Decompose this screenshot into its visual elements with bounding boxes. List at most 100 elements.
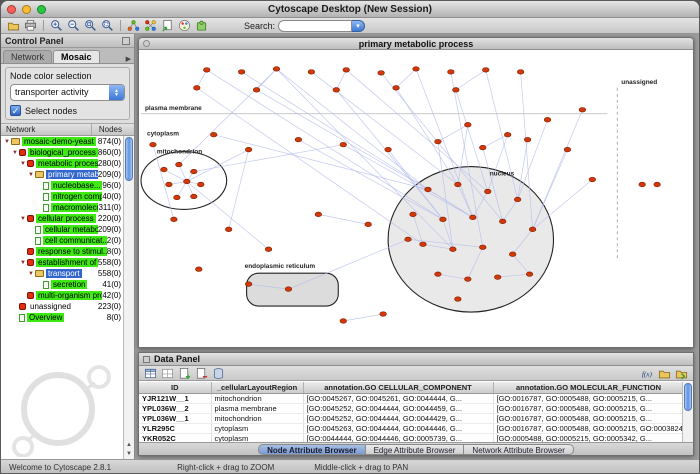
graph-node[interactable] — [203, 68, 210, 73]
graph-edge[interactable] — [343, 314, 383, 321]
graph-node[interactable] — [410, 212, 417, 217]
graph-node[interactable] — [253, 88, 260, 93]
graph-node[interactable] — [564, 147, 571, 152]
graph-node[interactable] — [225, 227, 232, 232]
graph-node[interactable] — [365, 222, 372, 227]
tree-scrollbar-thumb[interactable] — [125, 137, 133, 181]
graph-node[interactable] — [639, 182, 646, 187]
tab-node-attribute-browser[interactable]: Node Attribute Browser — [258, 444, 366, 455]
graph-node[interactable] — [524, 137, 531, 142]
search-input[interactable] — [278, 20, 352, 32]
tree-item[interactable]: cellular metabo...209(0) — [1, 224, 134, 235]
graph-edge[interactable] — [187, 182, 269, 250]
graph-node[interactable] — [197, 182, 204, 187]
tab-mosaic[interactable]: Mosaic — [53, 50, 100, 63]
column-header[interactable]: _cellularLayoutRegion — [211, 382, 303, 393]
column-header[interactable]: annotation.GO MOLECULAR_FUNCTION — [493, 382, 684, 393]
graph-node[interactable] — [315, 212, 322, 217]
tree-item[interactable]: ▼primary metab...209(0) — [1, 169, 134, 180]
graph-node[interactable] — [184, 179, 191, 184]
graph-node[interactable] — [425, 187, 432, 192]
tree-item[interactable]: unassigned223(0) — [1, 301, 134, 312]
graph-node[interactable] — [479, 145, 486, 150]
graph-node[interactable] — [194, 86, 201, 91]
graph-edge[interactable] — [229, 150, 249, 230]
table-row[interactable]: YJR121W__1mitochondrion[GO:0045267, GO:0… — [139, 393, 684, 403]
graph-edge[interactable] — [298, 140, 442, 220]
graph-node[interactable] — [238, 70, 245, 75]
graph-node[interactable] — [579, 108, 586, 113]
tree-item[interactable]: nucleobase...96(0) — [1, 180, 134, 191]
tree-item[interactable]: response to stimul...8(0) — [1, 246, 134, 257]
graph-node[interactable] — [455, 182, 462, 187]
graph-node[interactable] — [435, 272, 442, 277]
graph-edge[interactable] — [518, 120, 548, 200]
tree-scrollbar[interactable]: ▲▼ — [123, 136, 134, 459]
window-titlebar[interactable]: Cytoscape Desktop (New Session) — [1, 1, 699, 18]
new-attribute-icon[interactable] — [177, 366, 192, 380]
tree-item[interactable]: ▼metabolic process280(0) — [1, 158, 134, 169]
graph-node[interactable] — [440, 217, 447, 222]
graph-node[interactable] — [245, 282, 252, 287]
control-panel-titlebar[interactable]: Control Panel — [1, 34, 134, 48]
graph-edge[interactable] — [533, 110, 583, 230]
delete-attribute-icon[interactable] — [194, 366, 209, 380]
graph-node[interactable] — [295, 137, 302, 142]
graph-node[interactable] — [210, 132, 217, 137]
tab-network-attribute-browser[interactable]: Network Attribute Browser — [464, 444, 573, 455]
open-session-icon[interactable] — [6, 19, 21, 33]
graph-edge[interactable] — [456, 70, 486, 90]
expander-icon[interactable]: ▼ — [27, 172, 35, 178]
graph-node[interactable] — [499, 219, 506, 224]
table-row[interactable]: YPL036W__1mitochondrion[GO:0045252, GO:0… — [139, 413, 684, 423]
graph-node[interactable] — [526, 272, 533, 277]
graph-node[interactable] — [340, 142, 347, 147]
graph-node[interactable] — [405, 237, 412, 242]
graph-node[interactable] — [465, 277, 472, 282]
tree-item[interactable]: ▼transport558(0) — [1, 268, 134, 279]
graph-node[interactable] — [171, 217, 178, 222]
graph-edge[interactable] — [396, 88, 458, 185]
graph-node[interactable] — [514, 197, 521, 202]
table-row[interactable]: YPL036W__2plasma membrane[GO:0045252, GO… — [139, 403, 684, 413]
export-attributes-icon[interactable] — [674, 366, 689, 380]
graph-node[interactable] — [340, 319, 347, 324]
import-attributes-icon[interactable] — [657, 366, 672, 380]
graph-node[interactable] — [509, 252, 516, 257]
graph-node[interactable] — [448, 70, 455, 75]
graph-node[interactable] — [413, 67, 420, 72]
float-data-panel-icon[interactable] — [143, 356, 150, 363]
tree-scrollbar-arrows[interactable]: ▲▼ — [124, 441, 134, 459]
graph-node[interactable] — [161, 167, 168, 172]
zoom-out-icon[interactable] — [66, 19, 81, 33]
graph-node[interactable] — [378, 71, 385, 76]
graph-node[interactable] — [245, 147, 252, 152]
tree-item[interactable]: ▼cellular process220(0) — [1, 213, 134, 224]
column-header[interactable]: ID — [139, 382, 211, 393]
tree-item[interactable]: ▼mosaic-demo-yeast874(0) — [1, 136, 134, 147]
zoom-selected-region-icon[interactable] — [83, 19, 98, 33]
tree-item[interactable]: ▼biological_process860(0) — [1, 147, 134, 158]
search-dropdown-arrow[interactable]: ▾ — [352, 20, 365, 32]
graph-node[interactable] — [435, 139, 442, 144]
graph-node[interactable] — [385, 147, 392, 152]
table-row[interactable]: YLR295Ccytoplasm[GO:0045263, GO:0044444,… — [139, 423, 684, 433]
graph-node[interactable] — [176, 162, 183, 167]
expander-icon[interactable]: ▼ — [3, 139, 11, 145]
vizmapper-icon[interactable] — [177, 19, 192, 33]
graph-node[interactable] — [393, 86, 400, 91]
data-panel-titlebar[interactable]: Data Panel — [139, 353, 693, 366]
zoom-in-icon[interactable] — [49, 19, 64, 33]
graph-edge[interactable] — [336, 70, 346, 90]
graph-node[interactable] — [285, 287, 292, 292]
graph-node[interactable] — [482, 68, 489, 73]
table-scrollbar[interactable] — [682, 382, 693, 442]
graph-node[interactable] — [174, 195, 181, 200]
graph-node[interactable] — [494, 275, 501, 280]
zoom-fit-content-icon[interactable] — [100, 19, 115, 33]
function-builder-icon[interactable]: f(x) — [640, 366, 655, 380]
graph-node[interactable] — [191, 169, 198, 174]
table-scrollbar-thumb[interactable] — [684, 383, 692, 411]
graph-node[interactable] — [453, 88, 460, 93]
graph-node[interactable] — [654, 182, 661, 187]
